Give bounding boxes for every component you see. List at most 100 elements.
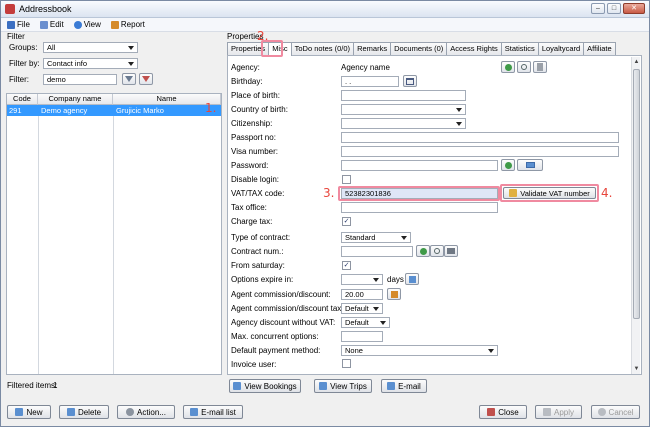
report-icon (110, 20, 119, 29)
invoice-user-checkbox[interactable] (342, 359, 351, 368)
country-of-birth-select[interactable] (341, 104, 466, 115)
citizenship-select[interactable] (341, 118, 466, 129)
close-button[interactable]: Close (479, 405, 527, 419)
default-payment-select[interactable]: None (341, 345, 498, 356)
from-saturday-checkbox[interactable]: ✓ (342, 261, 351, 270)
tab-loyaltycard[interactable]: Loyaltycard (537, 42, 585, 55)
agent-commission-tax-label: Agent commission/discount tax: (231, 304, 344, 313)
column-header-code[interactable]: Code (7, 94, 38, 105)
close-label: Close (498, 407, 519, 417)
agent-commission-input[interactable]: 20.00 (341, 289, 383, 300)
scroll-thumb[interactable] (633, 69, 640, 319)
place-of-birth-input[interactable] (341, 90, 466, 101)
contract-num-label: Contract num.: (231, 247, 284, 256)
agent-commission-tax-select[interactable]: Default (341, 303, 383, 314)
maximize-button[interactable]: □ (607, 3, 621, 14)
contacts-grid: Code Company name Name 291 Demo agency G… (6, 93, 222, 375)
mail-icon (525, 162, 535, 168)
view-bookings-label: View Bookings (244, 381, 297, 391)
action-button[interactable]: Action... (117, 405, 175, 419)
password-send-button[interactable] (517, 159, 543, 171)
charge-tax-checkbox[interactable]: ✓ (342, 217, 351, 226)
menu-report[interactable]: Report (109, 19, 147, 30)
tab-remarks[interactable]: Remarks (353, 42, 392, 55)
passport-no-input[interactable] (341, 132, 619, 143)
max-concurrent-label: Max. concurrent options: (231, 332, 319, 341)
menu-file[interactable]: File (5, 19, 32, 30)
cancel-button[interactable]: Cancel (591, 405, 640, 419)
agency-clear-button[interactable] (533, 61, 547, 73)
document-icon (537, 63, 543, 71)
visa-number-input[interactable] (341, 146, 619, 157)
agency-discount-select[interactable]: Default (341, 317, 390, 328)
table-row[interactable]: 291 Demo agency Grujicic Marko (7, 105, 221, 116)
tab-access-rights[interactable]: Access Rights (446, 42, 502, 55)
email-button[interactable]: E-mail (381, 379, 427, 393)
view-trips-button[interactable]: View Trips (314, 379, 372, 393)
scroll-up-icon[interactable]: ▲ (633, 58, 640, 66)
contract-add-button[interactable] (416, 245, 430, 257)
minimize-button[interactable]: – (591, 3, 605, 14)
tab-affiliate[interactable]: Affiliate (583, 42, 616, 55)
password-generate-button[interactable] (501, 159, 515, 171)
tab-statistics[interactable]: Statistics (500, 42, 539, 55)
edit-icon (408, 275, 416, 283)
title-bar: Addressbook – □ ✕ (1, 1, 649, 18)
contract-num-input[interactable] (341, 246, 413, 257)
delete-label: Delete (77, 407, 102, 417)
apply-icon (542, 408, 551, 416)
filter-by-label: Filter by: (9, 59, 40, 68)
properties-content (227, 55, 642, 375)
groups-select[interactable]: All (43, 42, 138, 53)
password-input[interactable] (341, 160, 498, 171)
birthday-input[interactable]: . . (341, 76, 399, 87)
new-button[interactable]: New (7, 405, 51, 419)
close-window-button[interactable]: ✕ (623, 3, 645, 14)
menu-view-label: View (83, 20, 101, 29)
apply-filter-button[interactable] (122, 73, 136, 85)
tab-todo-notes[interactable]: ToDo notes (0/0) (290, 42, 355, 55)
monitor-icon (447, 248, 455, 254)
filter-section-title: Filter (7, 32, 25, 41)
scroll-down-icon[interactable]: ▼ (633, 365, 640, 373)
email-list-button[interactable]: E-mail list (183, 405, 243, 419)
charge-tax-label: Charge tax: (231, 217, 273, 226)
max-concurrent-input[interactable] (341, 331, 383, 342)
options-expire-select[interactable] (341, 274, 383, 285)
apply-button[interactable]: Apply (535, 405, 582, 419)
tax-office-input[interactable] (341, 202, 498, 213)
clear-filter-button[interactable] (139, 73, 153, 85)
close-icon (487, 408, 496, 416)
filter-label: Filter: (9, 75, 29, 84)
filter-input[interactable]: demo (43, 74, 117, 85)
calendar-button[interactable] (403, 75, 417, 87)
agent-commission-edit-button[interactable] (387, 288, 401, 300)
options-expire-edit-button[interactable] (405, 273, 419, 285)
from-saturday-label: From saturday: (231, 261, 285, 270)
disable-login-checkbox[interactable] (342, 175, 351, 184)
column-header-company[interactable]: Company name (38, 94, 113, 105)
clear-filter-icon (142, 76, 150, 82)
mail-icon (387, 382, 396, 390)
view-bookings-button[interactable]: View Bookings (229, 379, 301, 393)
visa-number-label: Visa number: (231, 147, 278, 156)
agent-commission-label: Agent commission/discount: (231, 290, 331, 299)
menu-view[interactable]: View (72, 19, 103, 30)
properties-scrollbar[interactable]: ▲ ▼ (631, 57, 640, 374)
agency-add-button[interactable] (501, 61, 515, 73)
menu-file-label: File (17, 20, 30, 29)
menu-edit[interactable]: Edit (38, 19, 66, 30)
vat-tax-code-label: VAT/TAX code: (231, 189, 285, 198)
tab-documents[interactable]: Documents (0) (390, 42, 448, 55)
contract-view-button[interactable] (444, 245, 458, 257)
filtered-items-count: 1 (53, 381, 58, 390)
filter-by-select[interactable]: Contact info (43, 58, 138, 69)
contract-search-button[interactable] (430, 245, 444, 257)
magnifier-icon (521, 64, 527, 70)
delete-button[interactable]: Delete (59, 405, 109, 419)
type-of-contract-select[interactable]: Standard (341, 232, 411, 243)
delete-icon (66, 408, 75, 416)
agency-search-button[interactable] (517, 61, 531, 73)
email-label: E-mail (398, 381, 421, 391)
action-label: Action... (137, 407, 166, 417)
